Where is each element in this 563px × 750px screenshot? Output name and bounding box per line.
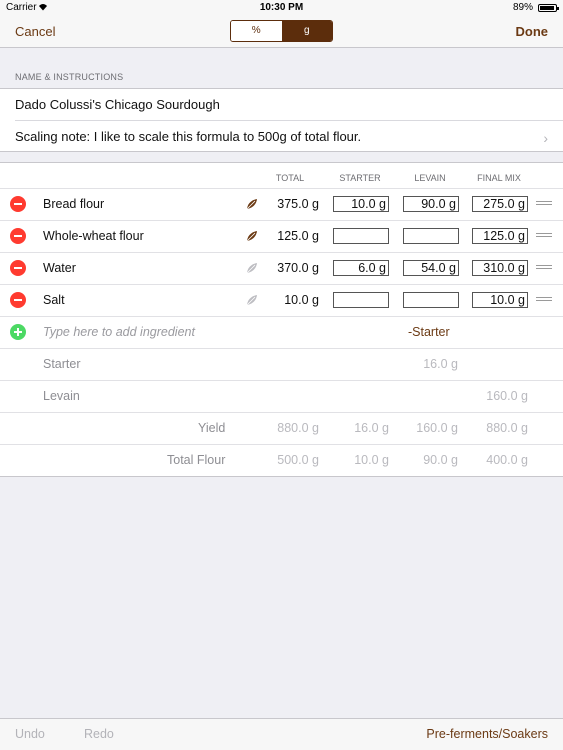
redo-button[interactable]: Redo — [84, 727, 114, 741]
ingredient-total: 375.0 g — [277, 197, 319, 211]
total-flour-levain: 90.0 g — [423, 453, 458, 467]
ingredient-row-whole-wheat-flour: Whole-wheat flour 125.0 g 125.0 g — [0, 220, 563, 252]
starter-amount-input[interactable]: 6.0 g — [333, 260, 389, 276]
flour-leaf-icon[interactable] — [245, 229, 259, 243]
yield-label: Yield — [198, 421, 226, 435]
segment-percent[interactable]: % — [231, 21, 282, 41]
scaling-note-field[interactable]: Scaling note: I like to scale this formu… — [15, 121, 361, 153]
segment-grams[interactable]: g — [281, 21, 332, 41]
ingredient-name[interactable]: Whole-wheat flour — [43, 220, 144, 252]
yield-row: Yield 880.0 g 16.0 g 160.0 g 880.0 g — [0, 412, 563, 444]
yield-starter: 16.0 g — [354, 421, 389, 435]
status-bar: Carrier 10:30 PM 89% — [0, 0, 563, 16]
levain-amount-input[interactable] — [403, 292, 459, 308]
levain-amount-input[interactable]: 90.0 g — [403, 196, 459, 212]
starter-levain-amount: 16.0 g — [423, 357, 458, 371]
ingredients-table: TOTAL STARTER LEVAIN FINAL MIX Bread flo… — [0, 162, 563, 477]
unit-segmented-control: % g — [230, 20, 333, 42]
reorder-handle-icon[interactable] — [536, 201, 552, 208]
chevron-right-icon[interactable]: › — [543, 130, 548, 146]
clock: 10:30 PM — [259, 2, 304, 13]
section-header: NAME & INSTRUCTIONS — [15, 72, 124, 82]
ingredient-row-bread-flour: Bread flour 375.0 g 10.0 g 90.0 g 275.0 … — [0, 188, 563, 220]
total-flour-final-mix: 400.0 g — [486, 453, 528, 467]
ingredient-total: 125.0 g — [277, 229, 319, 243]
reorder-handle-icon[interactable] — [536, 297, 552, 304]
starter-amount-input[interactable]: 10.0 g — [333, 196, 389, 212]
column-header-starter: STARTER — [339, 173, 381, 183]
yield-final-mix: 880.0 g — [486, 421, 528, 435]
ingredient-name[interactable]: Salt — [43, 284, 65, 316]
final-mix-amount-input[interactable]: 125.0 g — [472, 228, 528, 244]
column-header-levain: LEVAIN — [414, 173, 446, 183]
preferment-name: Levain — [43, 389, 80, 403]
preferment-row-starter: Starter 16.0 g — [0, 348, 563, 380]
ingredient-total: 10.0 g — [284, 293, 319, 307]
done-button[interactable]: Done — [516, 24, 549, 39]
total-flour-starter: 10.0 g — [354, 453, 389, 467]
reorder-handle-icon[interactable] — [536, 233, 552, 240]
minus-starter-button[interactable]: -Starter — [408, 316, 450, 348]
ingredient-name[interactable]: Bread flour — [43, 188, 104, 220]
flour-leaf-icon[interactable] — [245, 197, 259, 211]
reorder-handle-icon[interactable] — [536, 265, 552, 272]
add-ingredient-row: Type here to add ingredient -Starter — [0, 316, 563, 348]
delete-ingredient-button[interactable] — [10, 196, 26, 212]
battery-icon — [538, 4, 559, 12]
starter-amount-input[interactable] — [333, 292, 389, 308]
name-instructions-group: Dado Colussi's Chicago Sourdough Scaling… — [0, 88, 563, 152]
ingredient-total: 370.0 g — [277, 261, 319, 275]
add-ingredient-input[interactable]: Type here to add ingredient — [43, 316, 195, 348]
yield-total: 880.0 g — [277, 421, 319, 435]
cancel-button[interactable]: Cancel — [15, 24, 55, 39]
final-mix-amount-input[interactable]: 310.0 g — [472, 260, 528, 276]
ingredient-row-water: Water 370.0 g 6.0 g 54.0 g 310.0 g — [0, 252, 563, 284]
add-ingredient-button[interactable] — [10, 324, 26, 340]
total-flour-row: Total Flour 500.0 g 10.0 g 90.0 g 400.0 … — [0, 444, 563, 476]
delete-ingredient-button[interactable] — [10, 260, 26, 276]
levain-final-mix-amount: 160.0 g — [486, 389, 528, 403]
yield-levain: 160.0 g — [416, 421, 458, 435]
levain-amount-input[interactable] — [403, 228, 459, 244]
levain-amount-input[interactable]: 54.0 g — [403, 260, 459, 276]
total-flour-label: Total Flour — [167, 453, 226, 467]
column-header-final-mix: FINAL MIX — [477, 173, 521, 183]
leaf-icon[interactable] — [245, 261, 259, 275]
preferments-soakers-button[interactable]: Pre-ferments/Soakers — [426, 727, 548, 741]
ingredient-name[interactable]: Water — [43, 252, 76, 284]
starter-amount-input[interactable] — [333, 228, 389, 244]
leaf-icon[interactable] — [245, 293, 259, 307]
navigation-bar: Cancel % g Done — [0, 16, 563, 48]
final-mix-amount-input[interactable]: 10.0 g — [472, 292, 528, 308]
ingredient-row-salt: Salt 10.0 g 10.0 g — [0, 284, 563, 316]
total-flour-total: 500.0 g — [277, 453, 319, 467]
column-header-total: TOTAL — [275, 173, 305, 183]
bottom-toolbar: Undo Redo Pre-ferments/Soakers — [0, 718, 563, 750]
delete-ingredient-button[interactable] — [10, 228, 26, 244]
final-mix-amount-input[interactable]: 275.0 g — [472, 196, 528, 212]
battery-percent: 89% — [512, 2, 533, 13]
preferment-name: Starter — [43, 357, 81, 371]
delete-ingredient-button[interactable] — [10, 292, 26, 308]
undo-button[interactable]: Undo — [15, 727, 45, 741]
recipe-name-field[interactable]: Dado Colussi's Chicago Sourdough — [15, 89, 220, 121]
preferment-row-levain: Levain 160.0 g — [0, 380, 563, 412]
